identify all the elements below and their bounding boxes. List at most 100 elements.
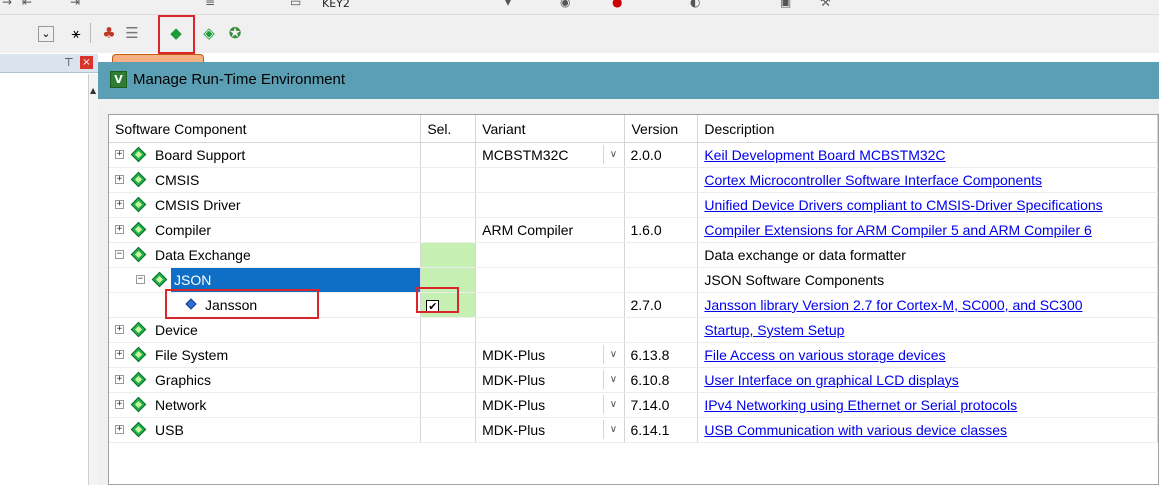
dialog-titlebar[interactable]: V Manage Run-Time Environment bbox=[98, 62, 1159, 99]
sel-cell[interactable] bbox=[420, 167, 477, 193]
component-table: Software Component Sel. Variant Version … bbox=[109, 115, 1158, 443]
sel-cell[interactable] bbox=[420, 342, 477, 368]
debug-icon[interactable]: ◉ bbox=[560, 0, 570, 9]
table-row[interactable]: − Data Exchange Data exchange or data fo… bbox=[109, 242, 1158, 268]
expand-icon[interactable]: + bbox=[115, 175, 124, 184]
component-name: Board Support bbox=[155, 147, 246, 163]
panel-scrollbar[interactable] bbox=[88, 74, 98, 485]
tools-icon[interactable]: ◐ bbox=[690, 0, 700, 9]
version-cell bbox=[624, 192, 699, 218]
col-header-sel[interactable]: Sel. bbox=[420, 115, 477, 143]
description-link[interactable]: User Interface on graphical LCD displays bbox=[704, 372, 958, 388]
description-link[interactable]: Unified Device Drivers compliant to CMSI… bbox=[704, 197, 1102, 213]
sel-cell[interactable] bbox=[420, 417, 477, 443]
rte-app-icon: V bbox=[110, 71, 127, 88]
table-row[interactable]: + Board Support MCBSTM32C ∨ 2.0.0 Keil D… bbox=[109, 142, 1158, 168]
green-diamond-icon bbox=[131, 397, 146, 412]
col-header-description[interactable]: Description bbox=[697, 115, 1158, 143]
expand-icon[interactable]: + bbox=[115, 325, 124, 334]
expand-icon[interactable]: + bbox=[115, 375, 124, 384]
wrench-icon[interactable]: ⚒ bbox=[820, 0, 831, 9]
variant-cell bbox=[475, 167, 626, 193]
indent-icon[interactable]: ⇤ bbox=[22, 0, 32, 9]
checkbox-highlight bbox=[416, 287, 459, 313]
sel-cell[interactable] bbox=[420, 367, 477, 393]
expand-icon[interactable]: + bbox=[115, 400, 124, 409]
rte-button-highlight bbox=[158, 15, 195, 54]
outdent-icon[interactable]: ⇥ bbox=[70, 0, 80, 9]
arrow-icon[interactable]: → bbox=[2, 0, 12, 9]
variant-cell bbox=[475, 317, 626, 343]
chevron-down-icon[interactable]: ⌄ bbox=[38, 26, 54, 42]
variant-value: MDK-Plus bbox=[482, 347, 546, 363]
description-link[interactable]: Keil Development Board MCBSTM32C bbox=[704, 147, 945, 163]
green-diamond-icon bbox=[131, 422, 146, 437]
folder-icon[interactable]: ▭ bbox=[290, 0, 301, 9]
expand-icon[interactable]: + bbox=[115, 425, 124, 434]
collapse-icon[interactable]: − bbox=[136, 275, 145, 284]
expand-icon[interactable]: + bbox=[115, 150, 124, 159]
chevron-down-icon[interactable]: ∨ bbox=[603, 345, 622, 364]
col-header-component[interactable]: Software Component bbox=[109, 115, 422, 143]
green-diamond-icon bbox=[131, 222, 146, 237]
window-icon[interactable]: ▣ bbox=[780, 0, 791, 9]
expand-icon[interactable]: + bbox=[115, 350, 124, 359]
select-packs-icon[interactable]: ✪ bbox=[225, 23, 245, 43]
scroll-up-icon[interactable]: ▲ bbox=[90, 86, 96, 95]
variant-cell bbox=[475, 292, 626, 318]
table-row[interactable]: + CMSIS Driver Unified Device Drivers co… bbox=[109, 192, 1158, 218]
pack-installer-icon[interactable]: ◈ bbox=[199, 23, 219, 43]
table-row[interactable]: + Network MDK-Plus ∨ 7.14.0 IPv4 Network… bbox=[109, 392, 1158, 418]
chevron-down-icon[interactable]: ∨ bbox=[603, 370, 622, 389]
breakpoint-icon[interactable]: ● bbox=[612, 0, 622, 9]
table-row[interactable]: + Device Startup, System Setup bbox=[109, 317, 1158, 343]
description-link[interactable]: IPv4 Networking using Ethernet or Serial… bbox=[704, 397, 1017, 413]
dialog-title: Manage Run-Time Environment bbox=[133, 71, 346, 88]
comment-icon[interactable]: ≡ bbox=[205, 0, 215, 9]
table-header: Software Component Sel. Variant Version … bbox=[109, 115, 1158, 143]
toolbar-separator bbox=[90, 23, 91, 43]
options-icon[interactable]: ♣ bbox=[99, 23, 119, 43]
dropdown-icon[interactable]: ▾ bbox=[505, 0, 511, 9]
close-icon[interactable]: × bbox=[80, 56, 93, 69]
target-label: KEY2 bbox=[322, 0, 350, 10]
version-value: 6.14.1 bbox=[624, 417, 699, 443]
version-cell bbox=[624, 317, 699, 343]
table-row[interactable]: + USB MDK-Plus ∨ 6.14.1 USB Communicatio… bbox=[109, 417, 1158, 443]
table-row[interactable]: + Compiler ARM Compiler 1.6.0 Compiler E… bbox=[109, 217, 1158, 243]
table-row[interactable]: + CMSIS Cortex Microcontroller Software … bbox=[109, 167, 1158, 193]
sel-cell[interactable] bbox=[420, 142, 477, 168]
expand-icon[interactable]: + bbox=[115, 200, 124, 209]
version-value: 7.14.0 bbox=[624, 392, 699, 418]
component-name: Compiler bbox=[155, 222, 212, 238]
description-link[interactable]: Startup, System Setup bbox=[704, 322, 844, 338]
description-link[interactable]: Jansson library Version 2.7 for Cortex-M… bbox=[704, 297, 1082, 313]
collapse-icon[interactable]: − bbox=[115, 250, 124, 259]
sel-cell[interactable] bbox=[420, 392, 477, 418]
version-value: 2.0.0 bbox=[624, 142, 699, 168]
sel-cell[interactable] bbox=[420, 242, 477, 268]
layers-icon[interactable]: ☰ bbox=[122, 23, 142, 43]
col-header-version[interactable]: Version bbox=[624, 115, 699, 143]
green-diamond-icon bbox=[131, 197, 146, 212]
description-link[interactable]: Cortex Microcontroller Software Interfac… bbox=[704, 172, 1042, 188]
sel-cell[interactable] bbox=[420, 192, 477, 218]
sel-cell[interactable] bbox=[420, 217, 477, 243]
description-link[interactable]: File Access on various storage devices bbox=[704, 347, 945, 363]
description-link[interactable]: Compiler Extensions for ARM Compiler 5 a… bbox=[704, 222, 1091, 238]
table-row[interactable]: + Graphics MDK-Plus ∨ 6.10.8 User Interf… bbox=[109, 367, 1158, 393]
component-name: Graphics bbox=[155, 372, 212, 388]
col-header-variant[interactable]: Variant bbox=[475, 115, 626, 143]
pin-icon[interactable]: ⊤ bbox=[64, 56, 74, 69]
sel-cell[interactable] bbox=[420, 317, 477, 343]
chevron-down-icon[interactable]: ∨ bbox=[603, 395, 622, 414]
chevron-down-icon[interactable]: ∨ bbox=[603, 420, 622, 439]
version-value: 6.13.8 bbox=[624, 342, 699, 368]
version-cell bbox=[624, 242, 699, 268]
magic-wand-icon[interactable]: ⚹ bbox=[66, 23, 86, 43]
description-link[interactable]: USB Communication with various device cl… bbox=[704, 422, 1007, 438]
green-diamond-icon bbox=[131, 172, 146, 187]
expand-icon[interactable]: + bbox=[115, 225, 124, 234]
table-row[interactable]: + File System MDK-Plus ∨ 6.13.8 File Acc… bbox=[109, 342, 1158, 368]
chevron-down-icon[interactable]: ∨ bbox=[603, 145, 622, 164]
